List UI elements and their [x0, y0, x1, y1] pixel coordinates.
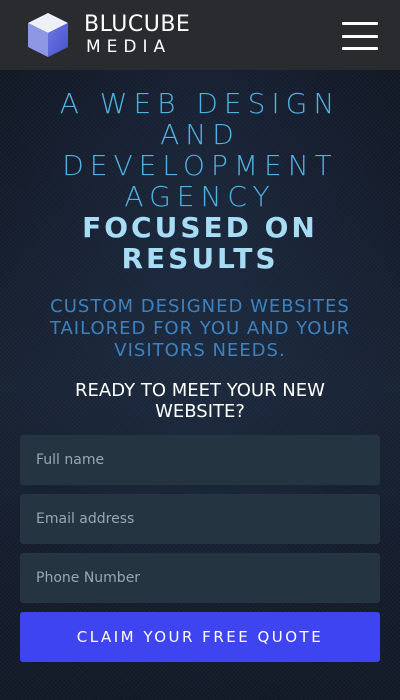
claim-quote-button[interactable]: CLAIM YOUR FREE QUOTE	[20, 612, 380, 662]
full-name-input[interactable]	[20, 435, 380, 485]
headline-emphasis-line: RESULTS	[121, 242, 279, 275]
headline-line: A WEB DESIGN	[59, 87, 341, 120]
form-title: READY TO MEET YOUR NEW WEBSITE?	[75, 380, 325, 422]
brand-name: BLUCUBE MEDIA	[84, 14, 190, 56]
headline-emphasis-line: FOCUSED ON	[82, 211, 318, 244]
brand-logo[interactable]: BLUCUBE MEDIA	[22, 9, 190, 61]
headline-line: DEVELOPMENT	[62, 149, 338, 182]
cube-logo-icon	[28, 13, 68, 57]
brand-name-line2: MEDIA	[86, 37, 172, 57]
headline-line: AGENCY	[124, 180, 276, 213]
menu-bar	[342, 47, 378, 50]
email-input[interactable]	[20, 494, 380, 544]
hamburger-menu-icon[interactable]	[342, 22, 378, 50]
hero-headline: A WEB DESIGN AND DEVELOPMENT AGENCY FOCU…	[0, 88, 400, 274]
headline-line: AND	[160, 118, 240, 151]
menu-bar	[342, 34, 378, 38]
site-header: BLUCUBE MEDIA	[0, 0, 400, 70]
hero-subheading: CUSTOM DESIGNED WEBSITES TAILORED FOR YO…	[49, 296, 351, 361]
menu-bar	[342, 22, 378, 25]
brand-name-line1: BLUCUBE	[84, 12, 191, 37]
quote-form: CLAIM YOUR FREE QUOTE	[20, 435, 380, 662]
phone-input[interactable]	[20, 553, 380, 603]
